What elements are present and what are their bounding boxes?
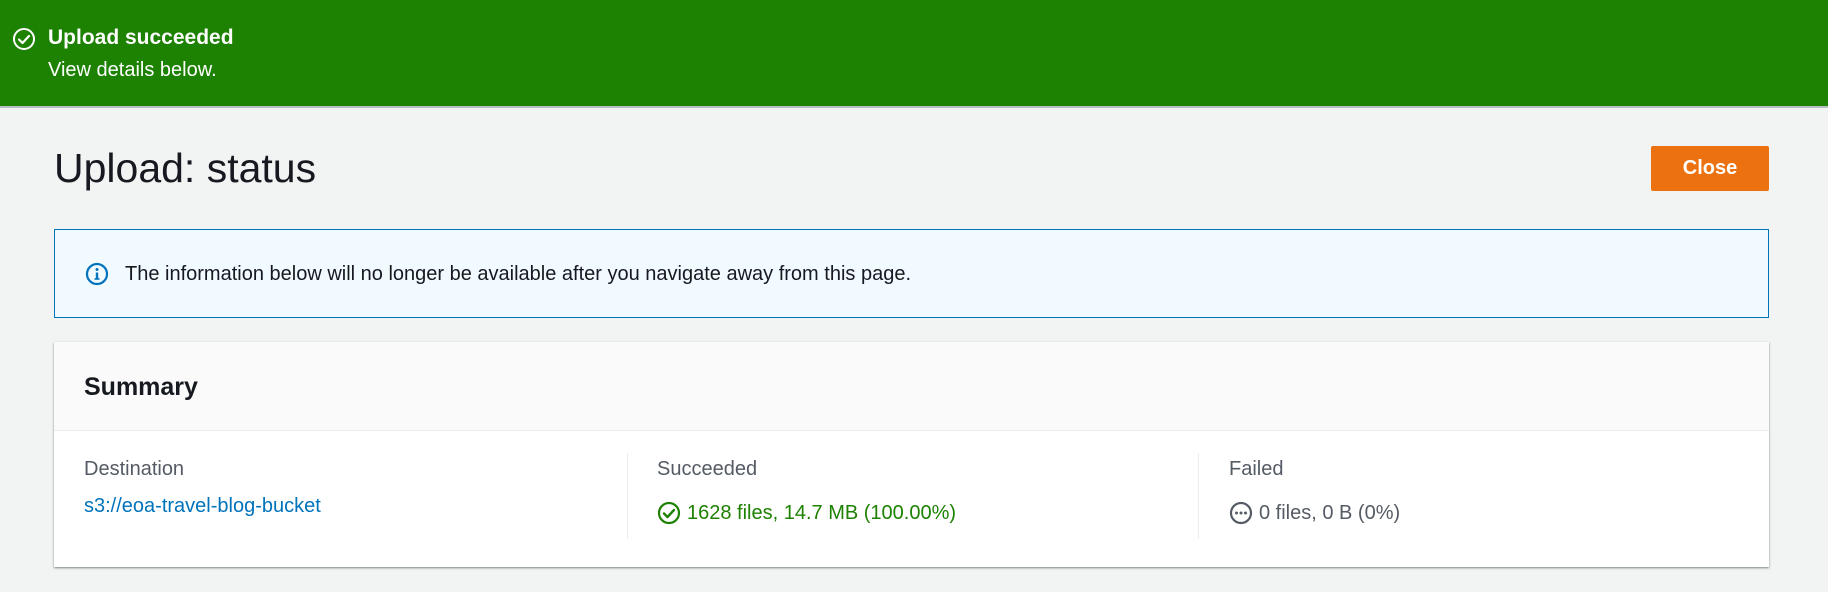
- summary-header: Summary: [54, 342, 1769, 431]
- destination-link[interactable]: s3://eoa-travel-blog-bucket: [84, 492, 321, 520]
- summary-container: Summary: [54, 342, 1769, 567]
- column-divider: [627, 453, 628, 539]
- info-alert-text: The information below will no longer be …: [125, 263, 911, 285]
- check-circle-icon: [657, 501, 681, 525]
- ellipsis-circle-icon: [1229, 501, 1253, 525]
- failed-value: 0 files, 0 B (0%): [1259, 502, 1401, 524]
- upload-success-flashbar: Upload succeeded View details below.: [0, 0, 1828, 108]
- failed-status: 0 files, 0 B (0%): [1229, 499, 1400, 527]
- succeeded-label: Succeeded: [657, 458, 758, 480]
- check-circle-icon: [13, 28, 35, 50]
- succeeded-value: 1628 files, 14.7 MB (100.00%): [687, 502, 957, 524]
- flash-message: View details below.: [48, 59, 217, 81]
- summary-title: Summary: [84, 373, 198, 401]
- destination-label: Destination: [84, 458, 185, 480]
- info-alert: The information below will no longer be …: [54, 229, 1769, 318]
- succeeded-status: 1628 files, 14.7 MB (100.00%): [657, 499, 956, 527]
- info-circle-icon: [85, 262, 109, 286]
- column-divider: [1198, 453, 1199, 539]
- flash-title: Upload succeeded: [48, 26, 234, 49]
- failed-label: Failed: [1229, 458, 1284, 480]
- page-title: Upload: status: [54, 145, 317, 191]
- close-button[interactable]: Close: [1651, 146, 1769, 191]
